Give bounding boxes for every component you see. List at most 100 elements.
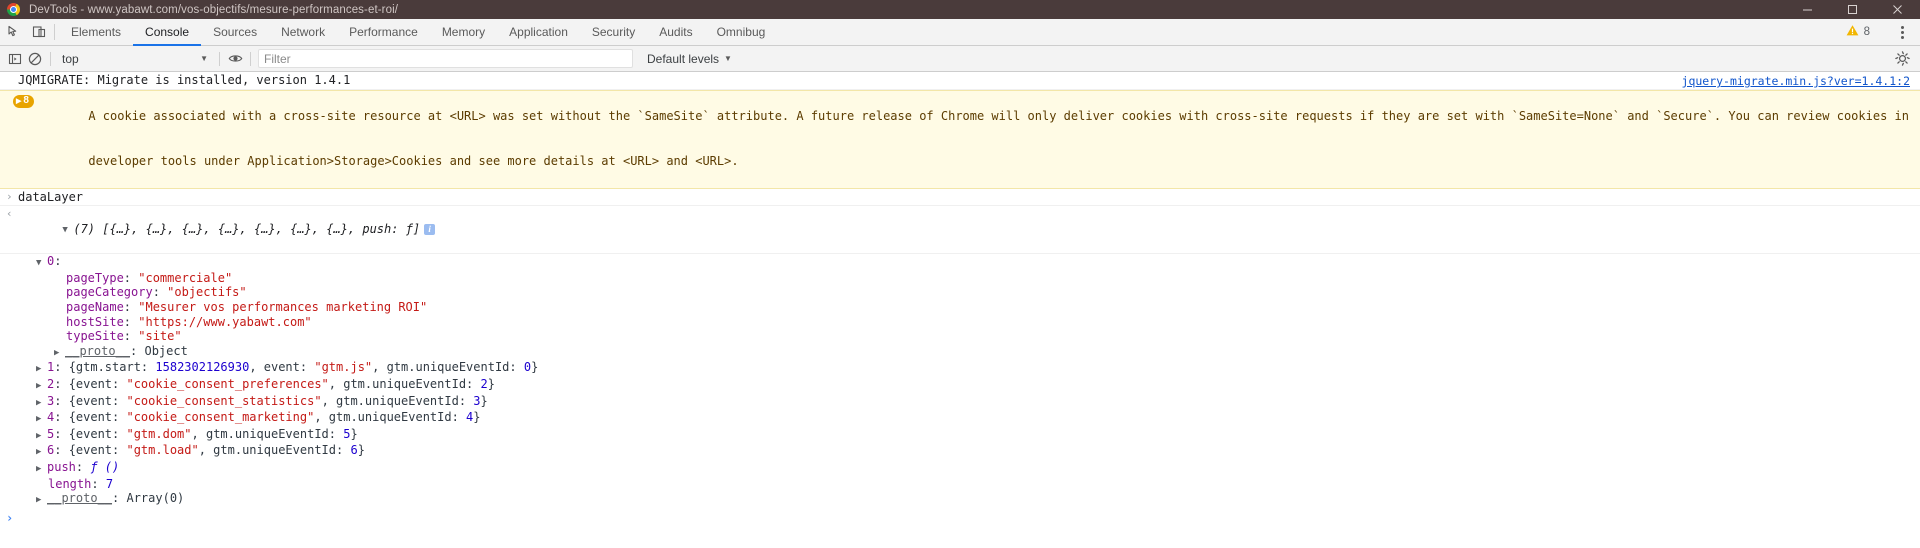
tab-sources[interactable]: Sources (201, 19, 269, 46)
tree-prop-hostsite[interactable]: hostSite: "https://www.yabawt.com" (0, 315, 1920, 330)
console-toolbar-right (1892, 49, 1914, 69)
property-value: "commerciale" (138, 270, 233, 285)
disclosure-triangle-icon[interactable]: ▶ (36, 379, 47, 394)
warning-group-count: 8 (23, 94, 29, 106)
close-button[interactable] (1875, 0, 1920, 19)
clear-console-icon[interactable] (25, 49, 45, 69)
object-preview: {gtm.start: 1582302126930, event: "gtm.j… (68, 360, 539, 375)
source-link[interactable]: jquery-migrate.min.js?ver=1.4.1:2 (1682, 74, 1910, 89)
window-title: DevTools - www.yabawt.com/vos-objectifs/… (29, 3, 399, 16)
tree-node-index-5[interactable]: ▶ 5: {event: "gtm.dom", gtm.uniqueEventId… (0, 427, 1920, 444)
tree-prop-pagename[interactable]: pageName: "Mesurer vos performances mark… (0, 300, 1920, 315)
disclosure-triangle-icon[interactable]: ▶ (36, 493, 47, 508)
tab-memory[interactable]: Memory (430, 19, 497, 46)
property-key: pageName (66, 299, 124, 314)
tab-label: Network (281, 24, 326, 39)
tree-prop-pagecategory[interactable]: pageCategory: "objectifs" (0, 285, 1920, 300)
tab-network[interactable]: Network (269, 19, 337, 46)
window-controls (1785, 0, 1920, 19)
property-key: __proto__ (47, 491, 113, 506)
property-key: hostSite (66, 314, 124, 329)
console-message-warning[interactable]: ▶ 8 A cookie associated with a cross-sit… (0, 89, 1920, 189)
kebab-menu-icon[interactable] (1891, 22, 1913, 42)
property-value: "https://www.yabawt.com" (138, 314, 312, 329)
disclosure-triangle-icon[interactable]: ▼ (62, 223, 72, 238)
warning-line-1: A cookie associated with a cross-site re… (88, 108, 1909, 123)
console-toolbar: top ▼ Default levels ▼ (0, 46, 1920, 72)
execution-context-select[interactable]: top ▼ (56, 49, 214, 68)
tab-application[interactable]: Application (497, 19, 580, 46)
disclosure-triangle-icon[interactable]: ▶ (36, 445, 47, 460)
prompt-chevron-icon: › (6, 510, 14, 525)
disclosure-triangle-icon[interactable]: ▶ (36, 412, 47, 427)
disclosure-triangle-icon[interactable]: ▶ (36, 396, 47, 411)
warning-count-indicator[interactable]: 8 (1838, 24, 1878, 40)
tab-label: Sources (213, 24, 258, 39)
console-command-entry[interactable]: › dataLayer (0, 189, 1920, 207)
property-key: push (47, 459, 76, 474)
disclosure-triangle-icon[interactable]: ▶ (36, 462, 47, 477)
property-key: pageCategory (66, 285, 153, 300)
tab-performance[interactable]: Performance (337, 19, 430, 46)
maximize-button[interactable] (1830, 0, 1875, 19)
tree-node-index-1[interactable]: ▶ 1: {gtm.start: 1582302126930, event: "g… (0, 360, 1920, 377)
tab-label: Memory (441, 24, 486, 39)
minimize-button[interactable] (1785, 0, 1830, 19)
tab-console[interactable]: Console (133, 19, 202, 46)
console-result-entry[interactable]: ‹ ▼ (7) [{…}, {…}, {…}, {…}, {…}, {…}, {…… (0, 206, 1920, 255)
warning-triangle-icon (1846, 24, 1859, 40)
disclosure-triangle-icon[interactable]: ▶ (36, 429, 47, 444)
tree-prop-typesite[interactable]: typeSite: "site" (0, 329, 1920, 344)
tree-node-index-6[interactable]: ▶ 6: {event: "gtm.load", gtm.uniqueEventI… (0, 443, 1920, 460)
tab-elements[interactable]: Elements (59, 19, 133, 46)
property-value: Object (144, 343, 188, 358)
property-key: pageType (66, 270, 124, 285)
gear-icon[interactable] (1892, 49, 1912, 69)
disclosure-triangle-icon[interactable]: ▼ (36, 256, 47, 271)
filter-input[interactable] (258, 49, 633, 68)
tree-prop-push[interactable]: ▶ push: ƒ () (0, 460, 1920, 477)
tab-label: Performance (349, 24, 418, 39)
console-result-summary[interactable]: ▼ (7) [{…}, {…}, {…}, {…}, {…}, {…}, {…},… (0, 207, 1920, 252)
live-expression-eye-icon[interactable] (225, 49, 245, 69)
property-value: "objectifs" (167, 285, 247, 300)
console-message-log[interactable]: JQMIGRATE: Migrate is installed, version… (0, 72, 1920, 90)
disclosure-triangle-icon[interactable]: ▶ (36, 362, 47, 377)
inspect-cursor-icon[interactable] (6, 24, 22, 40)
disclosure-triangle-icon[interactable]: ▶ (54, 346, 65, 361)
device-toolbar-icon[interactable] (31, 24, 47, 40)
console-input-line[interactable]: › (0, 508, 1920, 530)
toolbar-divider (54, 24, 55, 40)
object-preview: {event: "gtm.load", gtm.uniqueEventId: 6… (68, 443, 365, 458)
object-preview: {event: "cookie_consent_marketing", gtm.… (68, 410, 481, 425)
tab-audits[interactable]: Audits (647, 19, 704, 46)
tab-label: Omnibug (716, 24, 766, 39)
tree-node-index-2[interactable]: ▶ 2: {event: "cookie_consent_preferences"… (0, 377, 1920, 394)
object-preview: {event: "cookie_consent_statistics", gtm… (68, 393, 488, 408)
tree-prop-pagetype[interactable]: pageType: "commerciale" (0, 271, 1920, 286)
property-value: "site" (138, 329, 182, 344)
tab-omnibug[interactable]: Omnibug (705, 19, 778, 46)
property-value: ƒ () (90, 459, 120, 474)
tab-security[interactable]: Security (580, 19, 647, 46)
devtools-tool-icons (0, 19, 52, 45)
warning-group-badge[interactable]: ▶ 8 (13, 94, 34, 108)
property-key: length (48, 476, 92, 491)
tab-label: Audits (659, 24, 693, 39)
tree-prop-proto-inner[interactable]: ▶ __proto__: Object (0, 344, 1920, 361)
tree-node-index-0[interactable]: ▼ 0: (0, 254, 1920, 271)
toolbar-divider (50, 51, 51, 66)
tree-prop-proto-outer[interactable]: ▶ __proto__: Array(0) (0, 491, 1920, 508)
tab-label: Elements (71, 24, 122, 39)
chevron-down-icon: ▼ (200, 54, 208, 63)
tree-node-index-3[interactable]: ▶ 3: {event: "cookie_consent_statistics",… (0, 394, 1920, 411)
info-icon[interactable]: i (424, 224, 436, 235)
tab-label: Console (145, 24, 190, 39)
console-sidebar-icon[interactable] (5, 49, 25, 69)
log-levels-select[interactable]: Default levels ▼ (647, 52, 732, 66)
tree-node-index-4[interactable]: ▶ 4: {event: "cookie_consent_marketing", … (0, 410, 1920, 427)
tabbar-right-controls: 8 (1838, 19, 1920, 45)
tree-prop-length[interactable]: length: 7 (0, 477, 1920, 492)
property-value: 7 (105, 476, 114, 491)
return-chevron-icon: ‹ (6, 207, 13, 221)
